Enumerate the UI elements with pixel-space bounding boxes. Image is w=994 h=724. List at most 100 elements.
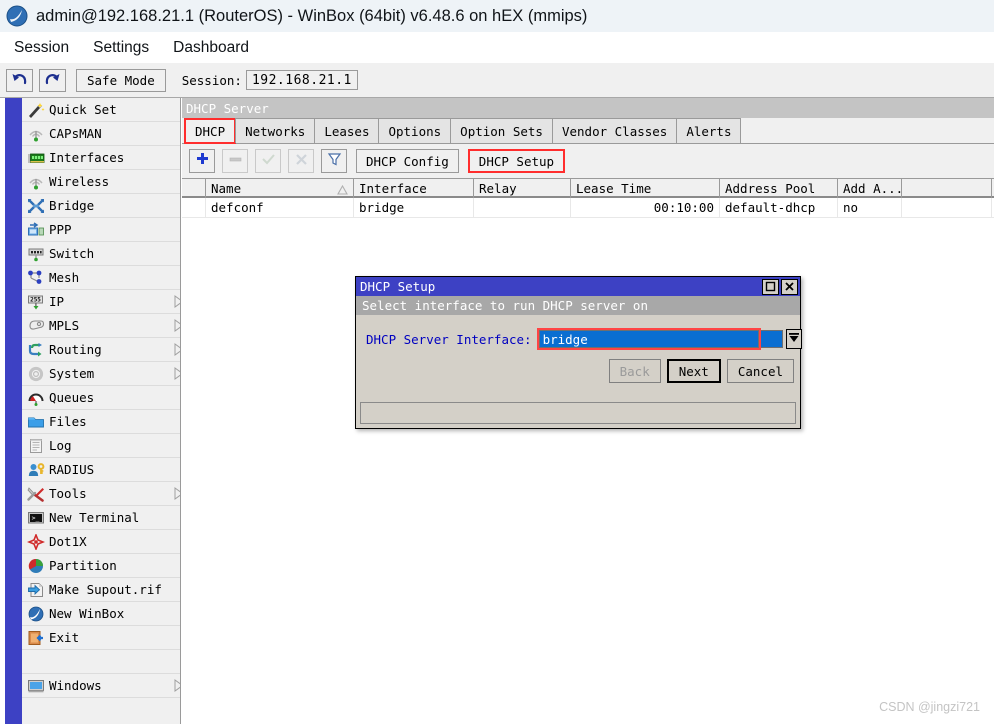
redo-button[interactable] [39,68,66,92]
network-card-icon [26,149,46,167]
winbox-logo-icon [6,5,28,27]
safe-mode-button[interactable]: Safe Mode [76,68,166,92]
remove-button[interactable] [222,149,248,173]
export-file-icon [26,581,46,599]
bridge-icon [26,197,46,215]
dialog-close-button[interactable] [781,278,798,295]
tab-label: Vendor Classes [561,123,668,139]
dot1x-icon [26,533,46,551]
sidebar-item-label: New WinBox [49,606,125,621]
sidebar-menu: Quick Set CAPsMAN Interfaces Wireless Bridge… [22,98,181,724]
sidebar-item-radius[interactable]: RADIUS [22,458,180,482]
sidebar-item-interfaces[interactable]: Interfaces [22,146,180,170]
next-button[interactable]: Next [666,359,721,383]
column-header-interface[interactable]: Interface [354,179,474,198]
tab-vendor-classes[interactable]: Vendor Classes [551,118,678,143]
disable-button[interactable] [288,149,314,173]
tab-networks[interactable]: Networks [235,118,316,143]
tab-alerts[interactable]: Alerts [676,118,742,143]
sidebar-item-capsman[interactable]: CAPsMAN [22,122,180,146]
sidebar-item-tools[interactable]: Tools [22,482,180,506]
dhcp-servers-table: Name Interface Relay Lease Time Address Pool… [182,178,994,724]
sidebar-item-quick-set[interactable]: Quick Set [22,98,180,122]
sidebar-item-partition[interactable]: Partition [22,554,180,578]
sidebar-item-queues[interactable]: Queues [22,386,180,410]
column-header-add-a[interactable]: Add A... [838,179,904,198]
maximize-icon [765,277,776,296]
table-cell [474,198,571,217]
svg-text:255: 255 [30,296,41,303]
sidebar-item-label: Dot1X [49,534,87,549]
menu-item-settings[interactable]: Settings [83,37,159,59]
enable-button[interactable] [255,149,281,173]
menu-item-session[interactable]: Session [4,37,79,59]
sidebar-item-windows[interactable]: Windows [22,674,180,698]
interface-input[interactable]: bridge [538,330,759,348]
sidebar-item-label: Partition [49,558,117,573]
check-icon [261,152,276,171]
sidebar-item-ip[interactable]: 255 IP [22,290,180,314]
tab-dhcp[interactable]: DHCP [184,118,237,144]
sidebar-item-make-supout-rif[interactable]: Make Supout.rif [22,578,180,602]
back-button[interactable]: Back [608,359,661,383]
winbox-logo-icon [26,605,46,623]
sidebar-item-ppp[interactable]: PPP [22,218,180,242]
cancel-button[interactable]: Cancel [726,359,794,383]
sidebar-item-label: PPP [49,222,72,237]
exit-door-icon [26,629,46,647]
panel-tabbar: DHCP Networks Leases Options Option Sets Vend… [182,118,994,144]
watermark: CSDN @jingzi721 [879,700,980,714]
tab-option-sets[interactable]: Option Sets [450,118,553,143]
chevron-down-icon [787,330,801,349]
sidebar-item-log[interactable]: Log [22,434,180,458]
sidebar-item-label: Mesh [49,270,80,285]
sidebar-item-label: Queues [49,390,95,405]
column-header-name[interactable]: Name [206,179,354,198]
sidebar-item-mpls[interactable]: MPLS [22,314,180,338]
undo-button[interactable] [6,68,33,92]
table-cell: no [838,198,902,217]
sidebar-item-exit[interactable]: Exit [22,626,180,650]
sort-ascending-icon [337,183,348,198]
interface-input-remainder[interactable] [760,330,783,348]
antenna-icon [26,125,46,143]
sidebar-item-switch[interactable]: Switch [22,242,180,266]
dhcp-setup-button[interactable]: DHCP Setup [467,149,566,173]
table-cell [902,198,992,217]
dialog-titlebar[interactable]: DHCP Setup [356,277,800,296]
sidebar-item-system[interactable]: System [22,362,180,386]
sidebar-spacer [22,650,180,674]
panel-title-text: DHCP Server [186,100,269,116]
dhcp-config-button[interactable]: DHCP Config [356,149,459,173]
sidebar-item-label: Quick Set [49,102,117,117]
column-header-lease-time[interactable]: Lease Time [571,179,720,198]
interface-field-label: DHCP Server Interface: [366,331,532,347]
sidebar-item-wireless[interactable]: Wireless [22,170,180,194]
sidebar-item-files[interactable]: Files [22,410,180,434]
add-button[interactable] [189,149,215,173]
column-header-label: Add A... [843,181,904,196]
interface-field-row: DHCP Server Interface: bridge [356,328,802,350]
mesh-icon [26,269,46,287]
column-header-relay[interactable]: Relay [474,179,571,198]
interface-dropdown-button[interactable] [786,329,802,349]
undo-arrow-icon [11,73,28,88]
column-header-address-pool[interactable]: Address Pool [720,179,838,198]
session-address-field[interactable]: 192.168.21.1 [245,70,358,90]
column-header-blank[interactable] [182,179,206,198]
dialog-maximize-button[interactable] [762,277,779,296]
tab-leases[interactable]: Leases [314,118,380,143]
table-row[interactable]: defconf bridge 00:10:00 default-dhcp no [182,198,994,218]
sidebar-item-bridge[interactable]: Bridge [22,194,180,218]
menu-item-dashboard[interactable]: Dashboard [163,37,259,59]
filter-button[interactable] [321,149,347,173]
sidebar-item-new-terminal[interactable]: >_ New Terminal [22,506,180,530]
column-header-blank[interactable] [902,179,992,198]
dialog-button-row: Back Next Cancel [603,359,794,383]
antenna-icon [26,173,46,191]
tab-options[interactable]: Options [378,118,452,143]
sidebar-item-routing[interactable]: Routing [22,338,180,362]
sidebar-item-dot1x[interactable]: Dot1X [22,530,180,554]
sidebar-item-new-winbox[interactable]: New WinBox [22,602,180,626]
sidebar-item-mesh[interactable]: Mesh [22,266,180,290]
